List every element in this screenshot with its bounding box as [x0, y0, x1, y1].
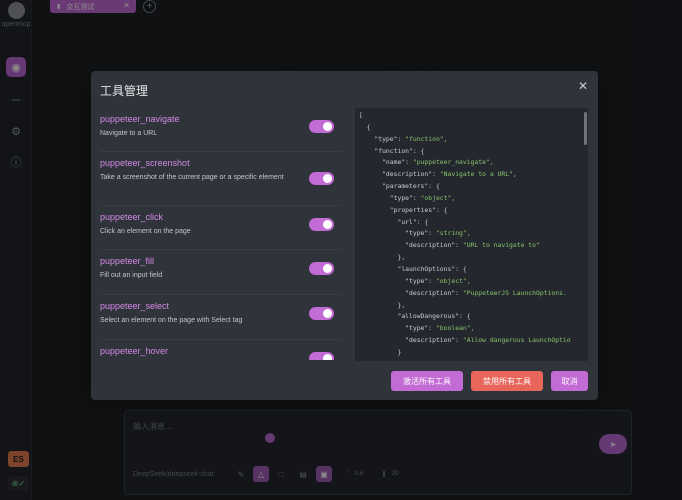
toggle-knob — [323, 174, 332, 183]
modal-close-icon[interactable]: ✕ — [578, 79, 588, 93]
disable-all-tools-button[interactable]: 禁用所有工具 — [471, 371, 543, 391]
tool-description: Navigate to a URL — [100, 130, 158, 137]
toggle-knob — [323, 354, 332, 360]
code-line: } — [359, 347, 402, 356]
tool-enabled-toggle[interactable] — [309, 307, 334, 320]
activate-all-tools-button[interactable]: 激活所有工具 — [391, 371, 463, 391]
code-line: "properties": { — [359, 205, 448, 214]
tool-enabled-toggle[interactable] — [309, 352, 334, 360]
tool-description: Fill out an input field — [100, 272, 163, 279]
tool-name: puppeteer_screenshot — [100, 158, 190, 168]
toggle-knob — [323, 122, 332, 131]
tool-name: puppeteer_hover — [100, 346, 169, 356]
code-scrollbar[interactable] — [584, 112, 587, 145]
code-line: "type": "function", — [359, 134, 448, 143]
tool-row: puppeteer_screenshot Take a screenshot of… — [100, 158, 342, 206]
tool-description: Take a screenshot of the current page or… — [100, 174, 284, 181]
tool-name: puppeteer_select — [100, 301, 170, 311]
code-line: "type": "string", — [359, 229, 471, 238]
tool-description: Select an element on the page with Selec… — [100, 317, 243, 324]
code-line: "type": "boolean", — [359, 324, 475, 333]
tool-schema-panel[interactable]: [ { "type": "function", "function": { "n… — [355, 108, 588, 361]
tool-description: Click an element on the page — [100, 228, 191, 235]
code-line: "description": "PuppeteerJS LaunchOption… — [359, 288, 567, 297]
code-line: "name": "puppeteer_navigate", — [359, 158, 494, 167]
toggle-knob — [323, 309, 332, 318]
cancel-button[interactable]: 取消 — [551, 371, 588, 391]
tool-row: puppeteer_fill Fill out an input field — [100, 256, 342, 295]
tool-row: puppeteer_navigate Navigate to a URL — [100, 114, 342, 152]
tool-schema-json: [ { "type": "function", "function": { "n… — [359, 110, 585, 361]
tool-enabled-toggle[interactable] — [309, 120, 334, 133]
code-line: [ — [359, 111, 363, 119]
tool-management-modal: 工具管理 ✕ puppeteer_navigate Navigate to a U… — [91, 71, 598, 400]
code-line: }, — [359, 300, 406, 309]
tool-enabled-toggle[interactable] — [309, 218, 334, 231]
tool-list[interactable]: puppeteer_navigate Navigate to a URL puppe… — [91, 108, 342, 360]
tool-name: puppeteer_fill — [100, 256, 155, 266]
code-line: }, — [359, 253, 406, 262]
code-line: "parameters": { — [359, 182, 440, 191]
tool-row: puppeteer_hover — [100, 346, 342, 360]
code-line: "launchOptions": { — [359, 264, 467, 273]
tool-row: puppeteer_click Click an element on the p… — [100, 212, 342, 250]
toggle-knob — [323, 264, 332, 273]
code-line: "url": { — [359, 217, 429, 226]
code-line: "type": "object", — [359, 276, 471, 285]
code-line: "type": "object", — [359, 193, 456, 202]
code-line: "description": "URL to navigate to" — [359, 241, 540, 250]
tool-name: puppeteer_click — [100, 212, 164, 222]
tool-enabled-toggle[interactable] — [309, 262, 334, 275]
tool-name: puppeteer_navigate — [100, 114, 180, 124]
modal-title: 工具管理 — [100, 84, 149, 98]
code-line: "function": { — [359, 146, 425, 155]
code-line: "description": "Navigate to a URL", — [359, 170, 517, 179]
code-line: "description": "Allow dangerous LaunchOp… — [359, 336, 571, 345]
tool-enabled-toggle[interactable] — [309, 172, 334, 185]
code-line: { — [359, 122, 371, 131]
toggle-knob — [323, 220, 332, 229]
code-line: "allowDangerous": { — [359, 312, 471, 321]
code-line: }, — [359, 359, 585, 361]
tool-row: puppeteer_select Select an element on the… — [100, 301, 342, 340]
